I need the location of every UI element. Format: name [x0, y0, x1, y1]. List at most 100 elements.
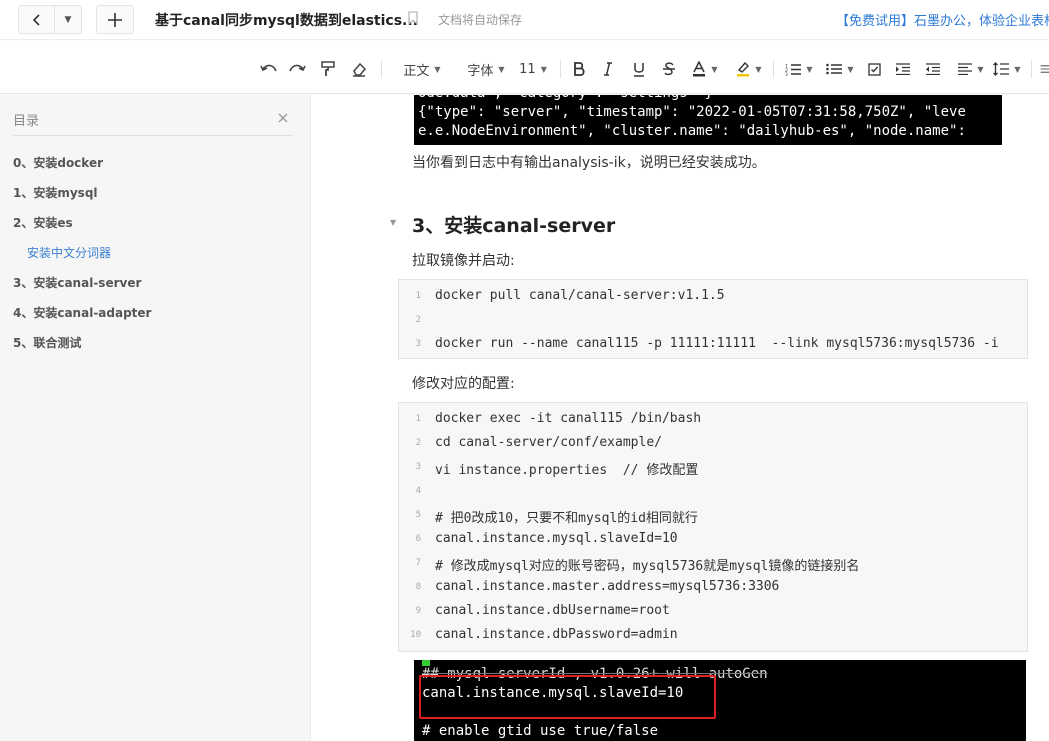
redo-icon [289, 64, 306, 72]
code-text: docker pull canal/canal-server:v1.1.5 [435, 288, 725, 303]
code-line: 2 [399, 309, 1027, 333]
toc-item-install-docker[interactable]: 0、安装docker [13, 154, 103, 171]
paragraph-style-label: 正文 [403, 63, 430, 79]
strikethrough-icon [663, 62, 675, 76]
terminal-line: # enable gtid use true/false [422, 723, 659, 739]
code-text: vi instance.properties // 修改配置 [435, 463, 699, 478]
toc-sidebar: 目录 0、安装docker 1、安装mysql 2、安装es 安装中文分词器 3… [0, 95, 311, 741]
terminal-screenshot-es-log: ode.data", "category": "settings" } {"ty… [414, 95, 1002, 145]
code-line: 3 docker run --name canal115 -p 11111:111… [399, 333, 1027, 357]
section-heading: 3、安装canal-server [412, 215, 616, 237]
code-text: canal.instance.dbPassword=admin [435, 627, 678, 642]
line-number: 4 [415, 486, 421, 496]
code-line: 6 canal.instance.mysql.slaveId=10 [399, 528, 1027, 552]
code-text: canal.instance.mysql.slaveId=10 [435, 531, 678, 546]
font-family-select[interactable]: 字体 ▼ [461, 58, 511, 80]
format-painter-icon [321, 61, 335, 76]
toc-item-install-canal-adapter[interactable]: 4、安装canal-adapter [13, 304, 151, 321]
code-line: 1 docker exec -it canal115 /bin/bash [399, 408, 1027, 432]
code-block-docker-run[interactable]: 1 docker pull canal/canal-server:v1.1.5 2… [398, 279, 1028, 359]
toc-item-joint-test[interactable]: 5、联合测试 [13, 334, 81, 351]
format-painter-button[interactable] [319, 58, 337, 80]
toc-item-install-mysql[interactable]: 1、安装mysql [13, 184, 98, 201]
clear-format-button[interactable] [350, 58, 368, 80]
line-spacing-select[interactable]: ▼ [992, 58, 1022, 80]
more-icon [1040, 65, 1049, 73]
redo-button[interactable] [287, 58, 307, 80]
code-block-instance-config[interactable]: 1 docker exec -it canal115 /bin/bash 2 cd … [398, 402, 1028, 652]
terminal-screenshot-config: ## mysql serverId , v1.0.26+ will autoGe… [414, 660, 1026, 741]
bullet-list-button[interactable]: ▼ [823, 58, 857, 80]
toc-title: 目录 [13, 114, 40, 129]
highlight-color-button[interactable]: ▼ [733, 58, 765, 80]
font-color-icon [693, 61, 706, 77]
undo-icon [260, 64, 277, 72]
code-text: canal.instance.dbUsername=root [435, 603, 670, 618]
line-spacing-icon [993, 62, 1010, 76]
bold-button[interactable] [571, 58, 587, 80]
toc-item-install-canal-server[interactable]: 3、安装canal-server [13, 274, 141, 291]
back-button[interactable] [19, 6, 55, 33]
code-line: 9 canal.instance.dbUsername=root [399, 600, 1027, 624]
caret-down-icon: ▼ [977, 64, 984, 74]
highlighter-icon [737, 61, 750, 77]
paragraph-style-select[interactable]: 正文 ▼ [397, 58, 447, 80]
line-number: 2 [415, 438, 421, 448]
code-line: 4 [399, 480, 1027, 504]
code-line: 2 cd canal-server/conf/example/ [399, 432, 1027, 456]
caret-down-icon: ▼ [64, 14, 72, 25]
bookmark-icon[interactable] [408, 11, 418, 25]
align-left-icon [958, 63, 973, 75]
code-text: canal.instance.master.address=mysql5736:… [435, 579, 780, 594]
collapse-triangle-icon[interactable]: ▼ [390, 218, 396, 227]
promo-link[interactable]: 【免费试用】石墨办公，体验企业表格 [836, 10, 1049, 29]
toc-item-install-analyzer[interactable]: 安装中文分词器 [27, 244, 111, 261]
close-icon [278, 113, 288, 123]
font-size-select[interactable]: 11 ▼ [518, 58, 548, 80]
line-number: 6 [415, 534, 421, 544]
checklist-button[interactable] [865, 58, 883, 80]
caret-down-icon: ▼ [755, 64, 762, 74]
italic-button[interactable] [600, 58, 616, 80]
caret-down-icon: ▼ [711, 64, 718, 74]
caret-down-icon: ▼ [806, 64, 813, 74]
terminal-line: ode.data", "category": "settings" } [418, 95, 713, 103]
caret-down-icon: ▼ [498, 64, 505, 74]
outdent-button[interactable] [924, 58, 942, 80]
new-doc-button[interactable] [96, 5, 134, 34]
success-paragraph: 当你看到日志中有输出analysis-ik，说明已经安装成功。 [412, 155, 766, 171]
indent-button[interactable] [894, 58, 912, 80]
indent-icon [896, 63, 910, 75]
document-body[interactable]: ode.data", "category": "settings" } {"ty… [312, 95, 1049, 741]
doc-title[interactable]: 基于canal同步mysql数据到elastics... [155, 10, 418, 30]
history-dropdown-button[interactable]: ▼ [55, 6, 81, 33]
outdent-icon [926, 63, 940, 75]
pull-image-paragraph: 拉取镜像并启动: [412, 253, 515, 269]
code-line: 5 # 把0改成10，只要不和mysql的id相同就行 [399, 504, 1027, 528]
caret-down-icon: ▼ [1014, 64, 1021, 74]
strikethrough-button[interactable] [661, 58, 677, 80]
eraser-icon [353, 62, 367, 77]
ordered-list-button[interactable]: 123 ▼ [783, 58, 815, 80]
code-line: 1 docker pull canal/canal-server:v1.1.5 [399, 285, 1027, 309]
underline-button[interactable] [631, 58, 647, 80]
toolbar-divider [1031, 60, 1032, 78]
line-number: 3 [415, 339, 421, 349]
line-number: 9 [415, 606, 421, 616]
undo-button[interactable] [259, 58, 279, 80]
terminal-line: {"type": "server", "timestamp": "2022-01… [418, 104, 966, 120]
font-family-label: 字体 [467, 63, 494, 79]
code-line: 8 canal.instance.master.address=mysql5736… [399, 576, 1027, 600]
caret-down-icon: ▼ [847, 64, 854, 74]
terminal-line: e.e.NodeEnvironment", "cluster.name": "d… [418, 123, 975, 139]
toc-item-install-es[interactable]: 2、安装es [13, 214, 73, 231]
italic-icon [604, 62, 612, 76]
close-toc-button[interactable] [278, 108, 288, 127]
highlight-box [419, 675, 716, 719]
bullet-list-icon [826, 63, 843, 75]
autosave-status: 文档将自动保存 [438, 13, 523, 27]
title-bar: ▼ 基于canal同步mysql数据到elastics... 文档将自动保存 【… [0, 0, 1049, 40]
more-tools-button[interactable] [1040, 58, 1049, 80]
align-select[interactable]: ▼ [956, 58, 986, 80]
font-color-button[interactable]: ▼ [690, 58, 720, 80]
